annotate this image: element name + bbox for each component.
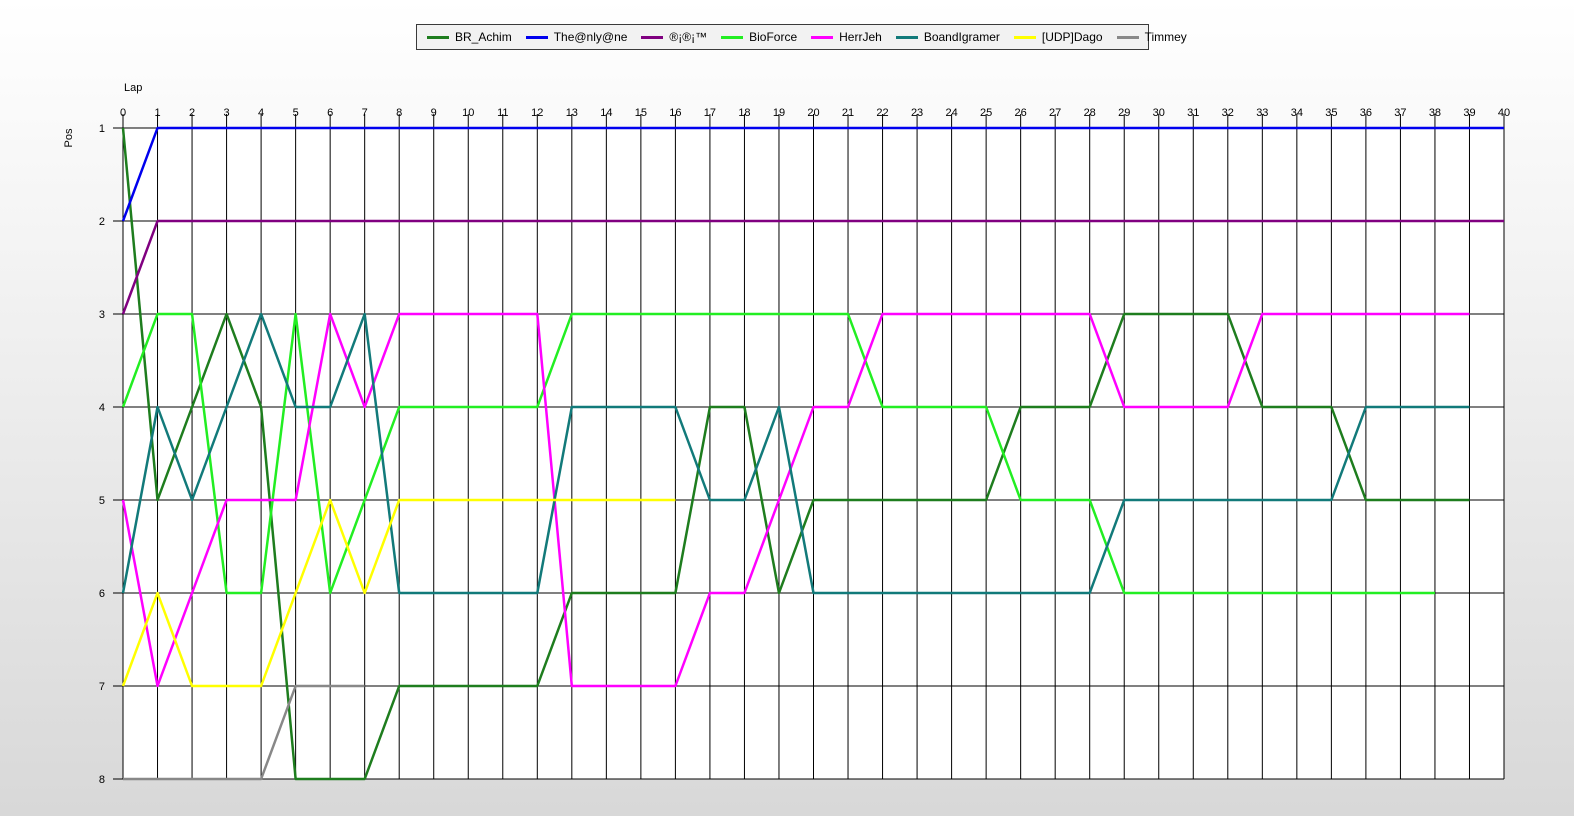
y-tick-label: 4 bbox=[99, 402, 105, 414]
legend-swatch bbox=[895, 35, 918, 39]
x-tick-label: 21 bbox=[842, 107, 854, 119]
x-tick-label: 11 bbox=[497, 107, 508, 119]
x-tick-label: 25 bbox=[980, 107, 992, 119]
x-tick-label: 6 bbox=[327, 107, 333, 119]
chart-legend: BR_Achim The@nly@ne ®¡®¡™ BioForce HerrJeh Bo… bbox=[416, 24, 1187, 50]
x-tick-label: 24 bbox=[945, 107, 957, 119]
legend-swatch bbox=[1116, 35, 1139, 39]
x-tick-label: 17 bbox=[704, 107, 716, 119]
legend-swatch bbox=[721, 35, 744, 39]
x-tick-label: 5 bbox=[293, 107, 299, 119]
y-axis-label: Pos bbox=[63, 128, 75, 147]
legend-item: BoandIgramer bbox=[895, 30, 1000, 44]
legend-swatch bbox=[1013, 35, 1036, 39]
x-tick-label: 30 bbox=[1153, 107, 1165, 119]
x-tick-label: 37 bbox=[1394, 107, 1406, 119]
x-tick-label: 9 bbox=[431, 107, 437, 119]
x-tick-label: 22 bbox=[876, 107, 888, 119]
x-tick-label: 26 bbox=[1015, 107, 1027, 119]
legend-label: ®¡®¡™ bbox=[669, 30, 708, 44]
x-tick-label: 12 bbox=[531, 107, 543, 119]
legend-swatch bbox=[427, 35, 449, 39]
legend-label: BoandIgramer bbox=[923, 30, 1000, 44]
x-tick-label: 16 bbox=[669, 107, 681, 119]
x-tick-label: 13 bbox=[566, 107, 578, 119]
x-tick-label: 23 bbox=[911, 107, 923, 119]
x-tick-label: 3 bbox=[224, 107, 230, 119]
x-tick-label: 19 bbox=[773, 107, 785, 119]
x-tick-label: 20 bbox=[807, 107, 819, 119]
legend-swatch bbox=[811, 35, 834, 39]
legend-item: ®¡®¡™ bbox=[641, 30, 707, 44]
legend-item: BR_Achim bbox=[427, 30, 512, 44]
legend-label: BioForce bbox=[749, 30, 798, 44]
x-tick-label: 10 bbox=[462, 107, 474, 119]
legend-item: The@nly@ne bbox=[525, 30, 628, 44]
legend-label: [UDP]Dago bbox=[1041, 30, 1103, 44]
y-tick-labels: 1 2 3 4 5 6 7 8 bbox=[99, 123, 105, 786]
x-tick-label: 35 bbox=[1325, 107, 1337, 119]
x-tick-labels: 0 1 2 3 4 5 6 7 8 9 10 11 12 13 14 15 16 17 18 19 20 21 22 23 24… bbox=[120, 107, 1510, 119]
x-axis-label: Lap bbox=[124, 82, 142, 94]
x-tick-label: 18 bbox=[738, 107, 750, 119]
y-tick-label: 6 bbox=[99, 588, 105, 600]
x-tick-label: 36 bbox=[1360, 107, 1372, 119]
x-tick-label: 14 bbox=[600, 107, 612, 119]
x-tick-label: 33 bbox=[1256, 107, 1268, 119]
legend-label: BR_Achim bbox=[455, 30, 512, 44]
legend-item: Timmey bbox=[1116, 30, 1187, 44]
x-tick-label: 27 bbox=[1049, 107, 1061, 119]
x-tick-label: 7 bbox=[362, 107, 368, 119]
x-tick-label: 15 bbox=[635, 107, 647, 119]
x-tick-label: 34 bbox=[1291, 107, 1303, 119]
x-tick-label: 2 bbox=[189, 107, 195, 119]
x-tick-label: 39 bbox=[1463, 107, 1475, 119]
legend-label: The@nly@ne bbox=[553, 30, 628, 44]
y-tick-label: 5 bbox=[99, 495, 105, 507]
legend-item: BioForce bbox=[721, 30, 797, 44]
y-tick-label: 1 bbox=[99, 123, 105, 135]
legend-swatch bbox=[525, 35, 548, 39]
x-tick-label: 0 bbox=[120, 107, 126, 119]
y-tick-label: 8 bbox=[99, 774, 105, 786]
x-tick-label: 29 bbox=[1118, 107, 1130, 119]
x-tick-label: 4 bbox=[258, 107, 264, 119]
position-chart: 0 1 2 3 4 5 6 7 8 9 10 11 12 13 14 15 16 17 18 19 20 21 22 23 24… bbox=[0, 0, 1574, 816]
x-tick-label: 40 bbox=[1498, 107, 1510, 119]
y-tick-label: 7 bbox=[99, 681, 105, 693]
legend-label: HerrJeh bbox=[839, 30, 882, 44]
x-tick-label: 38 bbox=[1429, 107, 1441, 119]
lap-chart-svg: 0 1 2 3 4 5 6 7 8 9 10 11 12 13 14 15 16 17 18 19 20 21 22 23 24… bbox=[63, 82, 1510, 786]
x-tick-label: 28 bbox=[1084, 107, 1096, 119]
y-tick-label: 3 bbox=[99, 309, 105, 321]
x-tick-label: 32 bbox=[1222, 107, 1234, 119]
y-tick-label: 2 bbox=[99, 216, 105, 228]
legend-item: [UDP]Dago bbox=[1013, 30, 1103, 44]
legend-item: HerrJeh bbox=[811, 30, 882, 44]
legend-swatch bbox=[641, 35, 664, 39]
legend-label: Timmey bbox=[1144, 30, 1187, 44]
x-tick-label: 31 bbox=[1187, 107, 1199, 119]
x-tick-label: 1 bbox=[154, 107, 160, 119]
x-tick-label: 8 bbox=[396, 107, 402, 119]
